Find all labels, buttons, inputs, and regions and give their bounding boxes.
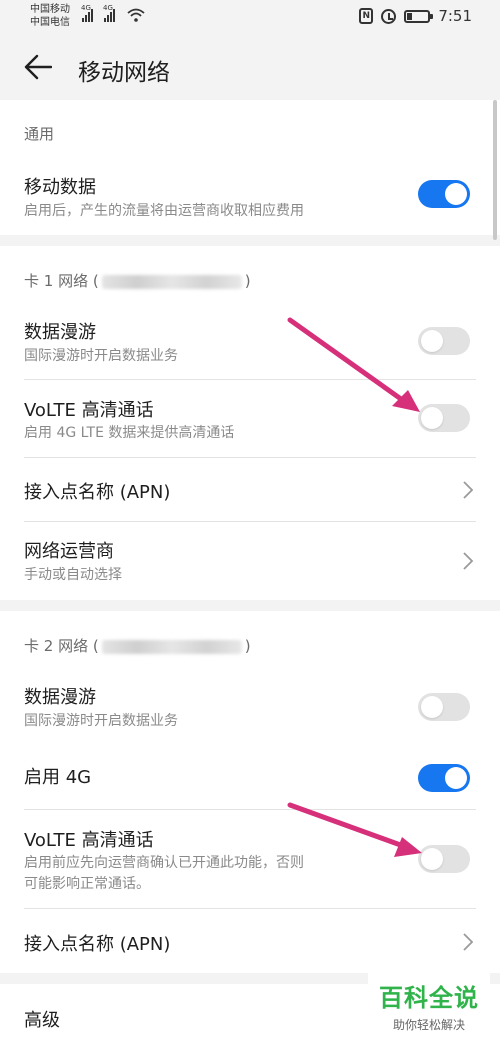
sim1-volte-row[interactable]: VoLTE 高清通话 启用 4G LTE 数据来提供高清通话 bbox=[0, 380, 500, 458]
sim2-heading-label: 卡 2 网络 ( bbox=[24, 637, 99, 655]
signal-1-icon: 4G bbox=[81, 4, 93, 22]
sim2-volte-subtitle-2: 可能影响正常通话。 bbox=[24, 876, 150, 892]
watermark-tagline: 助你轻松解决 bbox=[392, 1018, 465, 1032]
sim1-volte-toggle[interactable] bbox=[418, 404, 470, 432]
sim2-4g-title: 启用 4G bbox=[24, 767, 92, 788]
sim1-volte-title: VoLTE 高清通话 bbox=[24, 400, 154, 421]
watermark: 百科全说 助你轻松解决 bbox=[368, 972, 490, 1038]
sim2-volte-row[interactable]: VoLTE 高清通话 启用前应先向运营商确认已开通此功能，否则 可能影响正常通话… bbox=[0, 810, 500, 909]
section-heading-sim2: 卡 2 网络 () bbox=[24, 635, 251, 656]
back-arrow-icon[interactable] bbox=[24, 54, 52, 80]
sim2-roaming-subtitle: 国际漫游时开启数据业务 bbox=[24, 713, 178, 729]
chevron-right-icon bbox=[463, 552, 474, 570]
sim2-apn-row[interactable]: 接入点名称 (APN) bbox=[0, 909, 500, 973]
settings-content: 通用 移动数据 启用后，产生的流量将由运营商收取相应费用 卡 1 网络 () 数… bbox=[0, 100, 500, 1039]
chevron-right-icon bbox=[463, 933, 474, 951]
network-type-1: 4G bbox=[81, 4, 91, 12]
sim1-roaming-row[interactable]: 数据漫游 国际漫游时开启数据业务 bbox=[0, 301, 500, 380]
battery-icon bbox=[404, 9, 434, 23]
carrier-1: 中国移动 bbox=[30, 4, 70, 15]
sim2-roaming-title: 数据漫游 bbox=[24, 687, 96, 708]
page-title: 移动网络 bbox=[78, 60, 170, 86]
sim1-carrier-title: 网络运营商 bbox=[24, 541, 114, 562]
mobile-data-subtitle: 启用后，产生的流量将由运营商收取相应费用 bbox=[24, 203, 304, 219]
alarm-icon bbox=[381, 8, 397, 24]
mobile-data-row[interactable]: 移动数据 启用后，产生的流量将由运营商收取相应费用 bbox=[0, 160, 500, 235]
sim2-section: 卡 2 网络 () 数据漫游 国际漫游时开启数据业务 启用 4G VoLTE 高… bbox=[0, 611, 500, 973]
sim2-volte-title: VoLTE 高清通话 bbox=[24, 830, 154, 851]
mobile-data-toggle[interactable] bbox=[418, 180, 470, 208]
chevron-right-icon bbox=[463, 481, 474, 499]
carrier-2: 中国电信 bbox=[30, 17, 70, 28]
carrier-names: 中国移动 中国电信 bbox=[30, 3, 70, 29]
general-section: 通用 移动数据 启用后，产生的流量将由运营商收取相应费用 bbox=[0, 100, 500, 235]
sim1-volte-subtitle: 启用 4G LTE 数据来提供高清通话 bbox=[24, 425, 235, 441]
redacted-number bbox=[101, 274, 242, 289]
sim2-heading-close: ) bbox=[244, 637, 251, 655]
sim1-carrier-row[interactable]: 网络运营商 手动或自动选择 bbox=[0, 522, 500, 600]
sim2-apn-title: 接入点名称 (APN) bbox=[24, 934, 171, 955]
sim2-roaming-toggle[interactable] bbox=[418, 693, 470, 721]
sim1-section: 卡 1 网络 () 数据漫游 国际漫游时开启数据业务 VoLTE 高清通话 启用… bbox=[0, 246, 500, 600]
sim2-volte-subtitle-1: 启用前应先向运营商确认已开通此功能，否则 bbox=[24, 855, 304, 871]
network-type-2: 4G bbox=[103, 4, 113, 12]
mobile-data-title: 移动数据 bbox=[24, 177, 96, 198]
sim2-4g-row[interactable]: 启用 4G bbox=[0, 746, 500, 810]
scrollbar[interactable] bbox=[493, 100, 497, 240]
sim2-roaming-row[interactable]: 数据漫游 国际漫游时开启数据业务 bbox=[0, 667, 500, 746]
sim1-heading-close: ) bbox=[244, 272, 251, 290]
sim1-carrier-subtitle: 手动或自动选择 bbox=[24, 567, 122, 583]
sim1-roaming-subtitle: 国际漫游时开启数据业务 bbox=[24, 348, 178, 364]
app-header: 移动网络 bbox=[0, 34, 500, 100]
status-bar: 中国移动 中国电信 4G 4G N 7:51 bbox=[0, 0, 500, 34]
wifi-icon bbox=[127, 8, 145, 22]
signal-2-icon: 4G bbox=[103, 4, 115, 22]
sim1-apn-title: 接入点名称 (APN) bbox=[24, 482, 171, 503]
section-heading-sim1: 卡 1 网络 () bbox=[24, 270, 251, 291]
section-heading-general: 通用 bbox=[24, 125, 55, 143]
sim1-roaming-toggle[interactable] bbox=[418, 327, 470, 355]
sim1-heading-label: 卡 1 网络 ( bbox=[24, 272, 99, 290]
redacted-number bbox=[101, 639, 242, 654]
sim2-volte-toggle[interactable] bbox=[418, 845, 470, 873]
sim1-roaming-title: 数据漫游 bbox=[24, 322, 96, 343]
advanced-title: 高级 bbox=[24, 1010, 60, 1031]
clock-time: 7:51 bbox=[438, 7, 472, 25]
watermark-logo: 百科全说 bbox=[379, 984, 479, 1012]
nfc-icon: N bbox=[359, 8, 374, 24]
sim2-4g-toggle[interactable] bbox=[418, 764, 470, 792]
sim1-apn-row[interactable]: 接入点名称 (APN) bbox=[0, 458, 500, 522]
